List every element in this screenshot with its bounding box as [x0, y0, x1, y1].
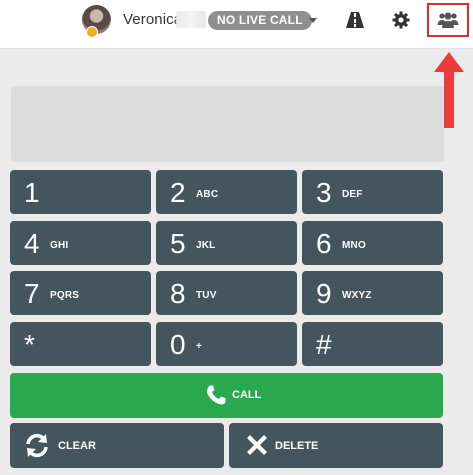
- phone-icon: [205, 384, 227, 411]
- chevron-down-icon[interactable]: [309, 18, 317, 23]
- key-7[interactable]: 7 PQRS: [10, 271, 151, 315]
- key-2[interactable]: 2 ABC: [156, 170, 297, 214]
- key-digit: 4: [24, 228, 40, 259]
- key-6[interactable]: 6 MNO: [302, 221, 443, 265]
- key-letters: ABC: [196, 189, 219, 200]
- key-letters: JKL: [196, 240, 216, 251]
- number-display[interactable]: [11, 86, 444, 162]
- road-icon[interactable]: [343, 8, 367, 32]
- key-1[interactable]: 1: [10, 170, 151, 214]
- key-letters: TUV: [196, 290, 217, 301]
- call-status-badge[interactable]: NO LIVE CALL: [208, 11, 312, 30]
- key-4[interactable]: 4 GHI: [10, 221, 151, 265]
- redacted-name: [176, 11, 206, 28]
- key-digit: 5: [170, 228, 186, 259]
- highlight-box: [427, 3, 469, 37]
- status-indicator: [86, 26, 98, 38]
- delete-button[interactable]: DELETE: [229, 423, 443, 468]
- gear-icon[interactable]: [389, 8, 413, 32]
- key-digit: 1: [24, 177, 40, 208]
- key-digit: 6: [316, 228, 332, 259]
- key-letters: GHI: [50, 240, 69, 251]
- key-digit: 2: [170, 177, 186, 208]
- key-letters: MNO: [342, 240, 366, 251]
- key-digit: 7: [24, 278, 40, 309]
- key-digit: 0: [170, 329, 186, 360]
- key-digit: 8: [170, 278, 186, 309]
- key-digit: 3: [316, 177, 332, 208]
- key-hash[interactable]: #: [302, 322, 443, 366]
- key-digit: 9: [316, 278, 332, 309]
- delete-label: DELETE: [275, 440, 319, 452]
- key-3[interactable]: 3 DEF: [302, 170, 443, 214]
- call-button[interactable]: CALL: [10, 373, 443, 418]
- key-letters: +: [196, 341, 203, 352]
- clear-label: CLEAR: [58, 440, 96, 452]
- avatar[interactable]: [82, 5, 111, 38]
- clear-button[interactable]: CLEAR: [10, 423, 224, 468]
- key-9[interactable]: 9 WXYZ: [302, 271, 443, 315]
- refresh-icon: [24, 433, 50, 463]
- key-digit: *: [24, 329, 35, 360]
- key-digit: #: [316, 329, 332, 360]
- username[interactable]: Veronica: [123, 11, 182, 28]
- call-label: CALL: [232, 389, 262, 401]
- key-8[interactable]: 8 TUV: [156, 271, 297, 315]
- close-icon: [246, 434, 268, 461]
- key-letters: DEF: [342, 189, 363, 200]
- key-star[interactable]: *: [10, 322, 151, 366]
- key-0[interactable]: 0 +: [156, 322, 297, 366]
- top-bar: Veronica NO LIVE CALL: [0, 0, 473, 49]
- key-letters: PQRS: [50, 290, 80, 301]
- key-5[interactable]: 5 JKL: [156, 221, 297, 265]
- key-letters: WXYZ: [342, 290, 372, 301]
